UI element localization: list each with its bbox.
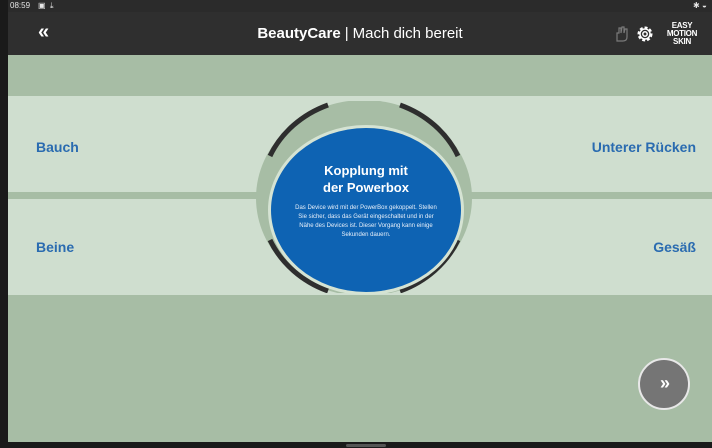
pairing-circle: Kopplung mit der Powerbox Das Device wir… <box>268 125 464 295</box>
pairing-heading: Kopplung mit der Powerbox <box>271 162 461 196</box>
page-title: BeautyCare | Mach dich bereit <box>8 25 712 42</box>
logo-line-3: SKIN <box>673 37 691 46</box>
brand-title: BeautyCare <box>257 25 341 42</box>
pairing-heading-line-1: Kopplung mit <box>324 163 408 178</box>
status-bar: 08:59 ▣ ⤓ ✱ ◒ <box>8 0 712 12</box>
app-bar: « BeautyCare | Mach dich bereit EASY MOTIO… <box>8 12 712 55</box>
title-separator: | <box>344 25 349 42</box>
wifi-icon: ◒ <box>702 1 707 10</box>
page-subtitle: Mach dich bereit <box>352 25 463 42</box>
status-time: 08:59 <box>10 1 31 10</box>
zone-unterer-ruecken[interactable]: Unterer Rücken <box>592 139 696 155</box>
next-button[interactable]: » <box>638 358 690 410</box>
hand-icon <box>616 26 628 42</box>
download-icon: ⤓ <box>50 1 54 10</box>
image-icon: ▣ <box>38 1 46 10</box>
gear-icon[interactable] <box>635 24 655 44</box>
zone-beine[interactable]: Beine <box>36 239 74 255</box>
zone-bauch[interactable]: Bauch <box>36 139 79 155</box>
easy-motion-skin-logo: EASY MOTION SKIN <box>660 22 704 46</box>
main-area: Bauch Unterer Rücken Beine Gesäß Kopplun… <box>8 55 712 442</box>
pairing-heading-line-2: der Powerbox <box>323 180 409 195</box>
zone-gesaess[interactable]: Gesäß <box>653 239 696 255</box>
system-nav-handle <box>346 444 386 447</box>
bluetooth-icon: ✱ <box>693 1 700 10</box>
pairing-description: Das Device wird mit der PowerBox gekoppe… <box>295 205 437 238</box>
